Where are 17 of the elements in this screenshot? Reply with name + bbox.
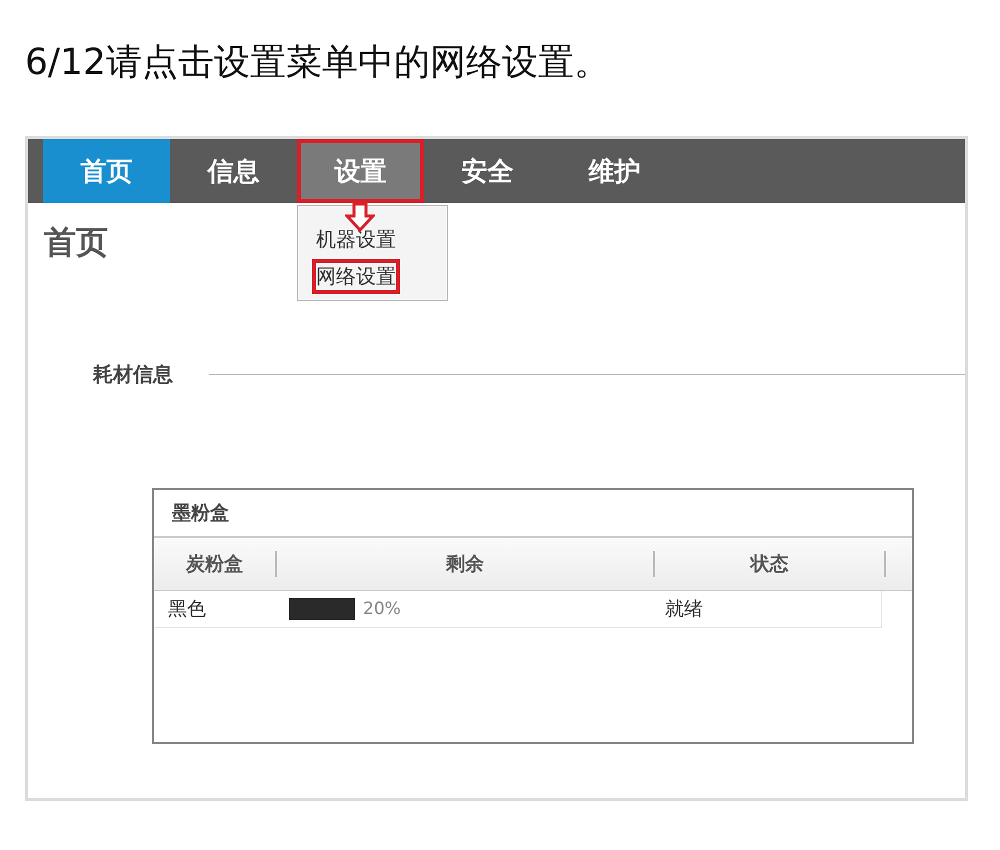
page-title: 首页 — [44, 222, 108, 263]
table-cell-text: 黑色 — [167, 597, 207, 622]
nav-tab[interactable]: 维护 — [551, 139, 678, 203]
column-header: 炭粉盒 — [154, 551, 277, 577]
column-header: 状态 — [655, 551, 886, 577]
table-cell-text: 就绪 — [664, 597, 704, 622]
section-title: 耗材信息 — [93, 361, 173, 388]
column-header: 剩余 — [277, 551, 655, 577]
nav-tab[interactable]: 安全 — [424, 139, 551, 203]
instruction-heading: 6/12请点击设置菜单中的网络设置。 — [24, 41, 611, 85]
menu-item[interactable]: 网络设置 — [312, 259, 400, 294]
level-reading: 20% — [363, 599, 401, 619]
nav-tab[interactable]: 首页 — [43, 139, 170, 203]
nav-tab[interactable]: 信息 — [170, 139, 297, 203]
nav-tab[interactable]: 设置 — [297, 139, 424, 203]
panel-title: 墨粉盒 — [172, 501, 229, 526]
menu-item[interactable]: 机器设置 — [312, 222, 400, 257]
